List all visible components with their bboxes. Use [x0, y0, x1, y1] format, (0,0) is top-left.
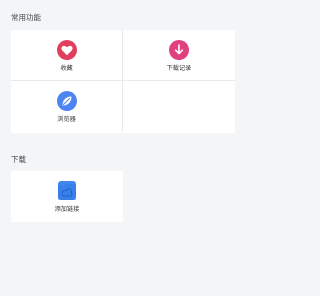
- tile-add-link-label: 添加链接: [54, 206, 80, 213]
- download-arrow-icon: [169, 40, 189, 60]
- tile-browser-label: 浏览器: [57, 116, 76, 123]
- tile-browser[interactable]: 浏览器: [11, 81, 123, 132]
- tile-add-link[interactable]: 添加链接: [11, 171, 123, 222]
- tile-download-history-label: 下载记录: [166, 65, 192, 72]
- heart-icon: [57, 40, 77, 60]
- tile-collect[interactable]: 收藏: [11, 30, 123, 81]
- tile-download-history[interactable]: 下载记录: [123, 30, 235, 81]
- leaf-icon: [57, 91, 77, 111]
- section-title-common: 常用功能: [11, 13, 41, 22]
- tile-collect-label: 收藏: [60, 65, 73, 72]
- section-title-download: 下载: [11, 155, 26, 164]
- download-card: 添加链接: [11, 171, 123, 222]
- common-functions-card: 收藏 下载记录 浏览器: [11, 30, 235, 133]
- add-link-icon: [58, 181, 76, 200]
